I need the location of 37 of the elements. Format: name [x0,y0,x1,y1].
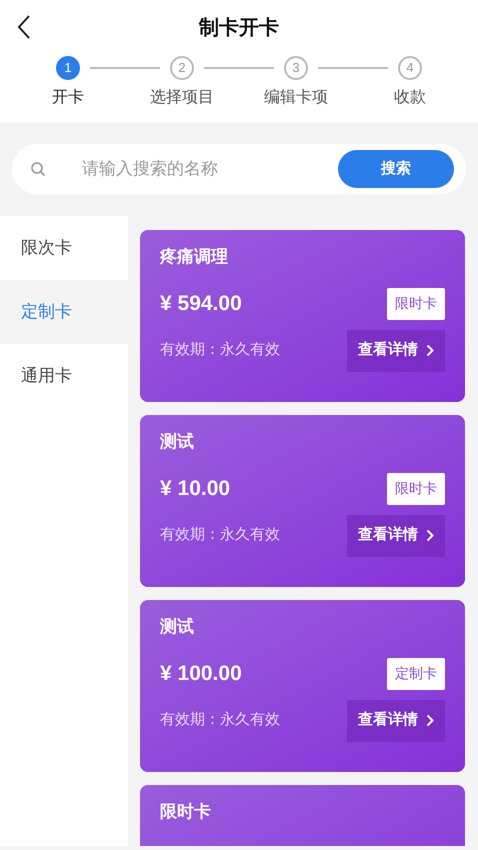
step-label: 开卡 [52,88,84,108]
search-field[interactable]: 请输入搜索的名称 搜索 [12,144,466,194]
search-icon [30,161,46,177]
card[interactable]: 疼痛调理 ¥ 594.00 限时卡 有效期：永久有效 查看详情 [140,230,465,402]
step-label: 收款 [394,88,426,108]
back-icon[interactable] [16,14,32,40]
view-details-button[interactable]: 查看详情 [347,700,445,742]
chevron-right-icon [426,714,434,727]
chevron-right-icon [426,529,434,542]
step-label: 选择项目 [150,88,214,108]
chevron-right-icon [426,344,434,357]
search-button[interactable]: 搜索 [338,150,454,188]
view-details-button[interactable]: 查看详情 [347,330,445,372]
card-name: 测试 [160,616,195,638]
step-number: 2 [170,56,194,80]
step-number: 1 [56,56,80,80]
step-number: 4 [398,56,422,80]
validity-text: 有效期：永久有效 [160,525,280,546]
view-details-button[interactable]: 查看详情 [347,514,445,556]
validity-text: 有效期：永久有效 [160,710,280,730]
step-number: 3 [284,56,308,80]
validity-text: 有效期：永久有效 [160,340,280,360]
card-price: ¥ 100.00 [160,660,242,687]
page-title: 制卡开卡 [199,16,279,41]
card-name: 疼痛调理 [160,246,229,268]
card-name: 测试 [160,431,195,453]
card[interactable]: 测试 ¥ 10.00 限时卡 有效期：永久有效 查看详情 [140,415,465,587]
card[interactable]: 限时卡 [140,785,465,846]
sidebar-item[interactable]: 定制卡 [0,280,128,344]
card-price: ¥ 10.00 [160,476,230,502]
card-price: ¥ 594.00 [160,290,242,317]
card-type-tag: 限时卡 [387,472,445,504]
card-type-tag: 定制卡 [387,658,445,690]
step-label: 编辑卡项 [264,88,328,108]
card-type-tag: 限时卡 [387,288,445,320]
card[interactable]: 测试 ¥ 100.00 定制卡 有效期：永久有效 查看详情 [140,600,465,772]
card-name: 限时卡 [160,801,212,823]
